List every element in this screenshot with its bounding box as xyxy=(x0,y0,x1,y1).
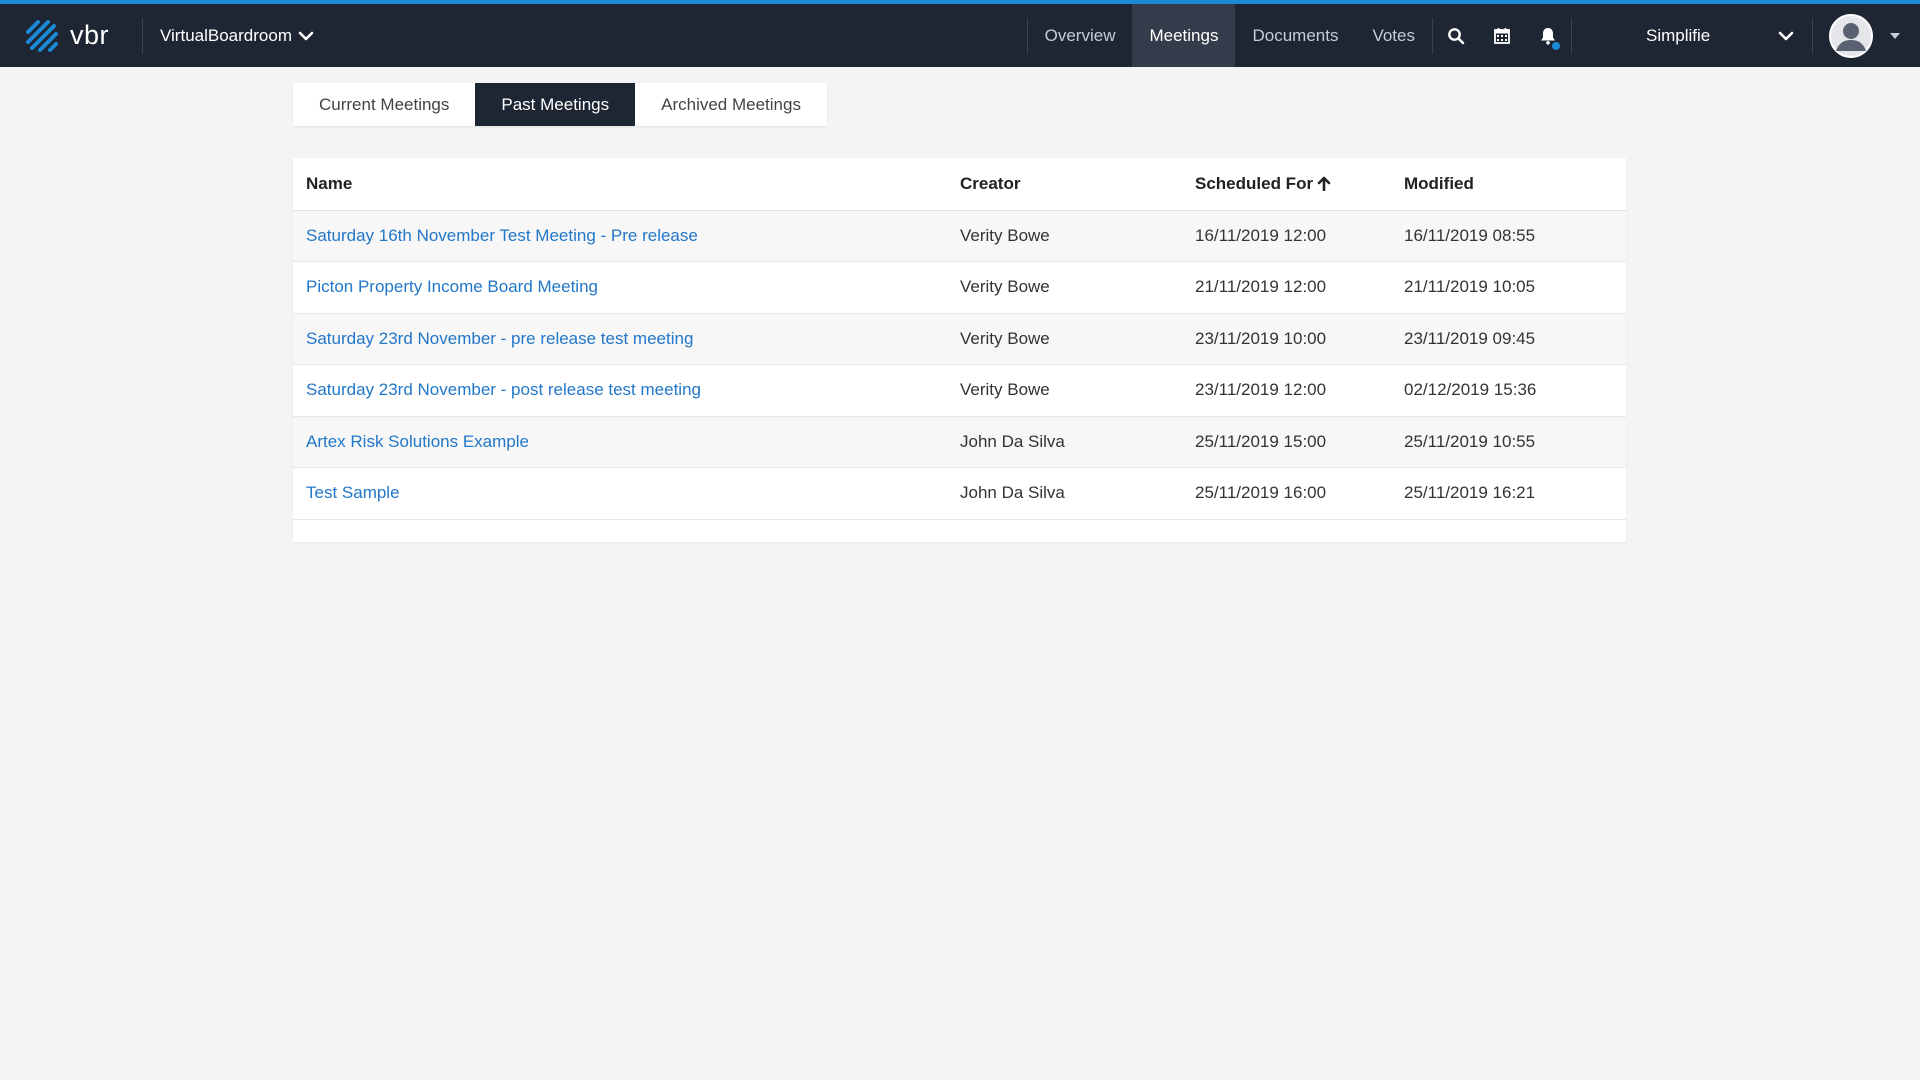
meeting-link[interactable]: Saturday 23rd November - pre release tes… xyxy=(306,329,693,348)
search-button[interactable] xyxy=(1433,4,1479,67)
creator-cell: Verity Bowe xyxy=(947,261,1182,314)
calendar-button[interactable] xyxy=(1479,4,1525,67)
table-header-row: Name Creator Scheduled For Modified xyxy=(293,158,1626,211)
table-row: Saturday 23rd November - post release te… xyxy=(293,364,1626,417)
main-nav: Overview Meetings Documents Votes xyxy=(1028,4,1432,67)
organisation-dropdown[interactable]: Simplifie xyxy=(1572,4,1812,67)
meeting-name-cell: Saturday 23rd November - post release te… xyxy=(293,364,947,417)
organisation-name: Simplifie xyxy=(1646,25,1711,45)
meeting-link[interactable]: Picton Property Income Board Meeting xyxy=(306,277,598,296)
meeting-link[interactable]: Saturday 16th November Test Meeting - Pr… xyxy=(306,226,698,245)
meeting-link[interactable]: Test Sample xyxy=(306,483,400,502)
avatar xyxy=(1829,13,1873,58)
sort-arrow-up-icon xyxy=(1317,176,1331,191)
chevron-down-icon xyxy=(1778,31,1794,40)
modified-cell: 02/12/2019 15:36 xyxy=(1391,364,1626,417)
creator-cell: John Da Silva xyxy=(947,467,1182,520)
vbr-logo-icon xyxy=(26,19,58,52)
table-row: Test Sample John Da Silva 25/11/2019 16:… xyxy=(293,467,1626,520)
brand-logo[interactable]: vbr xyxy=(0,4,142,67)
modified-cell: 25/11/2019 10:55 xyxy=(1391,416,1626,468)
modified-cell: 25/11/2019 16:21 xyxy=(1391,467,1626,520)
meeting-name-cell: Picton Property Income Board Meeting xyxy=(293,261,947,314)
table-row: Saturday 16th November Test Meeting - Pr… xyxy=(293,210,1626,262)
tab-past-meetings[interactable]: Past Meetings xyxy=(475,83,636,126)
search-icon xyxy=(1448,27,1465,44)
chevron-down-icon xyxy=(298,31,314,40)
caret-down-icon xyxy=(1890,32,1900,39)
org-switcher-dropdown[interactable]: VirtualBoardroom xyxy=(143,4,314,67)
meeting-link[interactable]: Artex Risk Solutions Example xyxy=(306,432,529,451)
creator-cell: John Da Silva xyxy=(947,416,1182,468)
creator-cell: Verity Bowe xyxy=(947,364,1182,417)
org-switcher-label: VirtualBoardroom xyxy=(160,25,292,45)
scheduled-cell: 23/11/2019 12:00 xyxy=(1182,364,1391,417)
table-row: Picton Property Income Board Meeting Ver… xyxy=(293,261,1626,314)
scheduled-cell: 23/11/2019 10:00 xyxy=(1182,313,1391,365)
meeting-name-cell: Saturday 16th November Test Meeting - Pr… xyxy=(293,210,947,262)
user-menu[interactable] xyxy=(1813,4,1920,67)
column-header-name-label: Name xyxy=(306,173,353,193)
meetings-table-card: Name Creator Scheduled For Modified Satu… xyxy=(293,158,1626,542)
scheduled-cell: 25/11/2019 15:00 xyxy=(1182,416,1391,468)
column-header-modified-label: Modified xyxy=(1404,173,1474,193)
table-row: Artex Risk Solutions Example John Da Sil… xyxy=(293,416,1626,468)
notifications-button[interactable] xyxy=(1525,4,1571,67)
nav-item-votes[interactable]: Votes xyxy=(1355,4,1432,67)
meeting-tabs: Current Meetings Past Meetings Archived … xyxy=(293,83,827,126)
meeting-name-cell: Saturday 23rd November - pre release tes… xyxy=(293,313,947,365)
column-header-modified[interactable]: Modified xyxy=(1391,158,1626,211)
creator-cell: Verity Bowe xyxy=(947,210,1182,262)
creator-cell: Verity Bowe xyxy=(947,313,1182,365)
scheduled-cell: 16/11/2019 12:00 xyxy=(1182,210,1391,262)
column-header-scheduled-for[interactable]: Scheduled For xyxy=(1182,158,1391,211)
nav-item-documents[interactable]: Documents xyxy=(1235,4,1355,67)
column-header-name[interactable]: Name xyxy=(293,158,947,211)
scheduled-cell: 21/11/2019 12:00 xyxy=(1182,261,1391,314)
meetings-table: Name Creator Scheduled For Modified Satu… xyxy=(293,158,1626,520)
column-header-scheduled-label: Scheduled For xyxy=(1195,173,1314,193)
meeting-name-cell: Artex Risk Solutions Example xyxy=(293,416,947,468)
calendar-icon xyxy=(1494,27,1510,44)
table-row: Saturday 23rd November - pre release tes… xyxy=(293,313,1626,365)
scheduled-cell: 25/11/2019 16:00 xyxy=(1182,467,1391,520)
top-navigation-bar: vbr VirtualBoardroom Overview Meetings D… xyxy=(0,0,1920,67)
nav-item-meetings[interactable]: Meetings xyxy=(1132,4,1236,67)
meeting-name-cell: Test Sample xyxy=(293,467,947,520)
modified-cell: 21/11/2019 10:05 xyxy=(1391,261,1626,314)
column-header-creator[interactable]: Creator xyxy=(947,158,1182,211)
tab-current-meetings[interactable]: Current Meetings xyxy=(293,83,475,126)
modified-cell: 16/11/2019 08:55 xyxy=(1391,210,1626,262)
brand-name: vbr xyxy=(70,20,110,50)
meeting-link[interactable]: Saturday 23rd November - post release te… xyxy=(306,380,701,399)
nav-item-overview[interactable]: Overview xyxy=(1028,4,1133,67)
tab-archived-meetings[interactable]: Archived Meetings xyxy=(635,83,827,126)
notification-badge xyxy=(1551,41,1561,51)
modified-cell: 23/11/2019 09:45 xyxy=(1391,313,1626,365)
user-silhouette-icon xyxy=(1829,13,1873,58)
column-header-creator-label: Creator xyxy=(960,173,1021,193)
